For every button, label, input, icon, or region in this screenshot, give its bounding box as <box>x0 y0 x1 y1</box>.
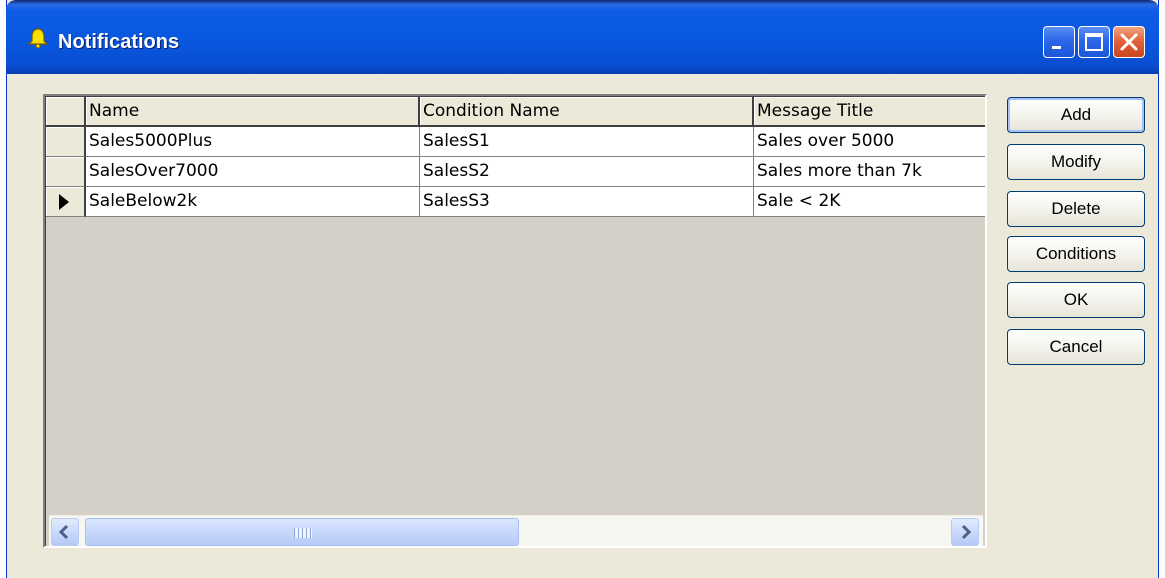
cell-name[interactable]: SaleBelow2k <box>86 187 420 217</box>
cell-message-title[interactable]: Sales more than 7k <box>754 157 985 187</box>
title-bar[interactable]: Notifications <box>6 0 1159 74</box>
chevron-right-icon <box>961 524 972 540</box>
scrollbar-thumb[interactable] <box>85 518 519 546</box>
notifications-window: Notifications Name Condition Name Messag… <box>6 0 1159 578</box>
minimize-button[interactable] <box>1043 26 1075 58</box>
table-row[interactable]: Sales5000Plus SalesS1 Sales over 5000 <box>46 127 985 157</box>
ok-button[interactable]: OK <box>1007 282 1145 318</box>
maximize-icon <box>1085 33 1103 51</box>
cell-condition-name[interactable]: SalesS1 <box>420 127 754 157</box>
conditions-button[interactable]: Conditions <box>1007 236 1145 272</box>
delete-button[interactable]: Delete <box>1007 191 1145 227</box>
cell-condition-name[interactable]: SalesS2 <box>420 157 754 187</box>
scroll-right-button[interactable] <box>951 518 979 546</box>
grid-header: Name Condition Name Message Title <box>46 97 985 127</box>
current-row-arrow-icon <box>59 194 69 210</box>
dialog-body: Name Condition Name Message Title Sales5… <box>7 74 1158 578</box>
cell-name[interactable]: SalesOver7000 <box>86 157 420 187</box>
grip-icon <box>294 528 312 538</box>
row-header-corner <box>46 97 86 127</box>
modify-button[interactable]: Modify <box>1007 144 1145 180</box>
column-header-condition-name[interactable]: Condition Name <box>420 97 754 127</box>
table-row[interactable]: SalesOver7000 SalesS2 Sales more than 7k <box>46 157 985 187</box>
cell-condition-name[interactable]: SalesS3 <box>420 187 754 217</box>
column-header-name[interactable]: Name <box>86 97 420 127</box>
row-selector[interactable] <box>46 157 86 187</box>
column-header-message-title[interactable]: Message Title <box>754 97 985 127</box>
bell-icon <box>27 28 49 48</box>
add-button[interactable]: Add <box>1007 97 1145 133</box>
minimize-icon <box>1052 46 1061 49</box>
cell-message-title[interactable]: Sales over 5000 <box>754 127 985 157</box>
grid-viewport: Name Condition Name Message Title Sales5… <box>45 96 985 546</box>
horizontal-scrollbar[interactable] <box>49 515 983 546</box>
cancel-button[interactable]: Cancel <box>1007 329 1145 365</box>
scroll-left-button[interactable] <box>51 518 79 546</box>
cell-message-title[interactable]: Sale < 2K <box>754 187 985 217</box>
cell-name[interactable]: Sales5000Plus <box>86 127 420 157</box>
notifications-grid[interactable]: Name Condition Name Message Title Sales5… <box>43 94 987 548</box>
maximize-button[interactable] <box>1078 26 1110 58</box>
row-selector[interactable] <box>46 127 86 157</box>
table-row[interactable]: SaleBelow2k SalesS3 Sale < 2K <box>46 187 985 217</box>
window-title: Notifications <box>58 31 180 53</box>
close-button[interactable] <box>1113 26 1145 58</box>
close-icon <box>1120 33 1138 51</box>
chevron-left-icon <box>58 524 69 540</box>
row-selector[interactable] <box>46 187 86 217</box>
